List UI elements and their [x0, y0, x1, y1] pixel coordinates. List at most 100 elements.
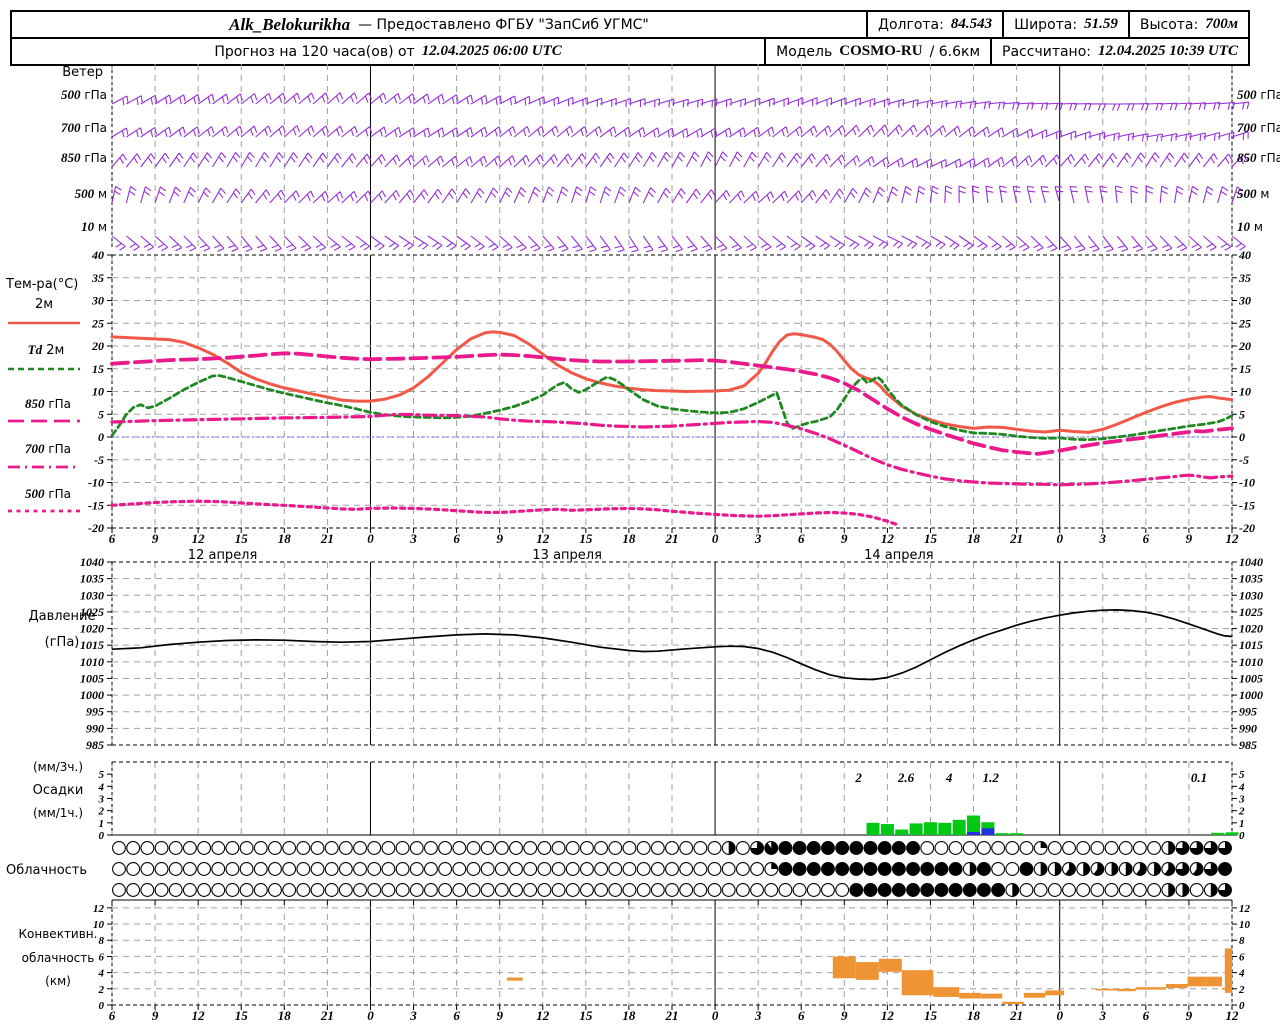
convective-bar	[1045, 990, 1064, 996]
svg-text:990: 990	[86, 721, 104, 735]
svg-text:18: 18	[278, 531, 292, 546]
svg-text:1000: 1000	[1239, 688, 1263, 702]
svg-text:1030: 1030	[80, 588, 104, 602]
svg-text:20: 20	[1238, 339, 1251, 353]
svg-text:20: 20	[91, 339, 104, 353]
svg-text:1040: 1040	[80, 555, 104, 569]
svg-text:1010: 1010	[80, 655, 104, 669]
svg-text:3: 3	[754, 531, 762, 546]
precip-bar	[880, 824, 894, 835]
svg-text:Конвективн.: Конвективн.	[19, 927, 98, 941]
svg-text:1005: 1005	[1239, 671, 1263, 685]
convective-bar	[1165, 983, 1188, 988]
svg-text:(мм/1ч.): (мм/1ч.)	[33, 806, 83, 820]
svg-text:1015: 1015	[1239, 638, 1263, 652]
svg-text:1000: 1000	[80, 688, 104, 702]
svg-text:21: 21	[665, 1008, 679, 1023]
wind-barb-row-500 гПа	[111, 92, 1250, 111]
svg-text:850 гПа: 850 гПа	[25, 396, 71, 411]
meteogram-page: Alk_Belokurikha — Предоставлено ФГБУ "За…	[0, 0, 1280, 1024]
svg-text:12: 12	[881, 1008, 895, 1023]
svg-text:0: 0	[98, 430, 104, 444]
svg-text:25: 25	[1238, 316, 1251, 330]
convective-bar	[832, 956, 856, 979]
svg-text:1010: 1010	[1239, 655, 1263, 669]
svg-text:3: 3	[754, 1008, 762, 1023]
convective-bar	[855, 962, 879, 980]
svg-text:-15: -15	[1239, 498, 1255, 512]
svg-text:1035: 1035	[80, 572, 104, 586]
svg-text:21: 21	[665, 531, 679, 546]
precip-bar	[909, 823, 923, 835]
svg-text:500 гПа: 500 гПа	[25, 486, 71, 501]
wind-barb-row-850 гПа	[111, 151, 1248, 169]
svg-text:12: 12	[192, 1008, 206, 1023]
svg-text:4: 4	[98, 781, 105, 793]
svg-text:0: 0	[367, 1008, 374, 1023]
time-axis: 6 6 9 9 12 12 15 15 18 18 21 21 0 0 3 3 6 6 9 9 12 12 15 15 18 18…	[109, 531, 1239, 1023]
svg-text:12: 12	[1226, 1008, 1240, 1023]
svg-text:995: 995	[86, 705, 104, 719]
svg-text:(гПа): (гПа)	[45, 635, 80, 650]
svg-text:0: 0	[1239, 830, 1245, 842]
svg-text:1035: 1035	[1239, 572, 1263, 586]
svg-text:5: 5	[1239, 769, 1245, 781]
svg-text:4: 4	[1238, 968, 1245, 980]
svg-text:-15: -15	[88, 498, 104, 512]
svg-text:0: 0	[367, 531, 374, 546]
svg-text:6: 6	[1239, 951, 1245, 963]
svg-text:5: 5	[99, 769, 105, 781]
convective-bar	[1023, 992, 1046, 998]
svg-text:9: 9	[841, 531, 848, 546]
svg-text:9: 9	[841, 1008, 848, 1023]
svg-text:700 гПа: 700 гПа	[25, 441, 71, 456]
wind-barbs-panel	[111, 92, 1250, 253]
svg-text:15: 15	[1239, 362, 1251, 376]
precip-panel: 0 01 12 23 34 45 52 2.6 4 1.2 0.1	[98, 769, 1246, 842]
convective-bar	[1002, 1001, 1024, 1005]
svg-text:Тем-ра(°C): Тем-ра(°C)	[5, 277, 78, 292]
svg-text:3: 3	[98, 794, 105, 806]
svg-text:15: 15	[92, 362, 104, 376]
convective-bar	[1187, 976, 1207, 987]
svg-text:35: 35	[1238, 271, 1251, 285]
svg-text:Давление: Давление	[28, 609, 95, 624]
svg-text:15: 15	[924, 531, 938, 546]
svg-text:6: 6	[1143, 1008, 1150, 1023]
svg-text:985: 985	[86, 738, 104, 752]
svg-text:6: 6	[453, 1008, 460, 1023]
svg-text:1005: 1005	[80, 671, 104, 685]
convective-bar	[1206, 976, 1222, 987]
svg-text:Ветер: Ветер	[62, 65, 103, 80]
convective-bar	[506, 977, 523, 981]
svg-text:-10: -10	[1239, 476, 1255, 490]
svg-text:1015: 1015	[80, 638, 104, 652]
svg-text:850 гПа: 850 гПа	[1237, 150, 1280, 165]
svg-text:500 м: 500 м	[1237, 186, 1269, 201]
svg-text:6: 6	[798, 1008, 805, 1023]
svg-text:0: 0	[99, 830, 105, 842]
svg-text:12 апреля: 12 апреля	[188, 548, 258, 563]
precip-bar	[923, 822, 937, 835]
svg-text:10 м: 10 м	[1237, 219, 1263, 234]
svg-text:15: 15	[924, 1008, 938, 1023]
svg-text:6: 6	[99, 951, 105, 963]
svg-text:-20: -20	[1239, 521, 1255, 535]
svg-text:2: 2	[98, 806, 105, 818]
svg-text:18: 18	[967, 531, 981, 546]
svg-text:6: 6	[798, 531, 805, 546]
svg-text:2м: 2м	[35, 297, 53, 312]
precip-bar	[895, 829, 909, 835]
svg-text:1: 1	[1239, 818, 1245, 830]
svg-text:12: 12	[1226, 531, 1240, 546]
convective-bar	[959, 992, 981, 999]
svg-text:985: 985	[1239, 738, 1257, 752]
svg-text:30: 30	[91, 294, 104, 308]
svg-text:990: 990	[1239, 721, 1257, 735]
svg-text:2: 2	[854, 770, 862, 785]
svg-text:21: 21	[1009, 1008, 1023, 1023]
svg-text:2: 2	[1238, 806, 1245, 818]
convective-bar	[933, 987, 960, 997]
svg-text:18: 18	[622, 1008, 636, 1023]
svg-text:Td 2м: Td 2м	[28, 342, 65, 358]
